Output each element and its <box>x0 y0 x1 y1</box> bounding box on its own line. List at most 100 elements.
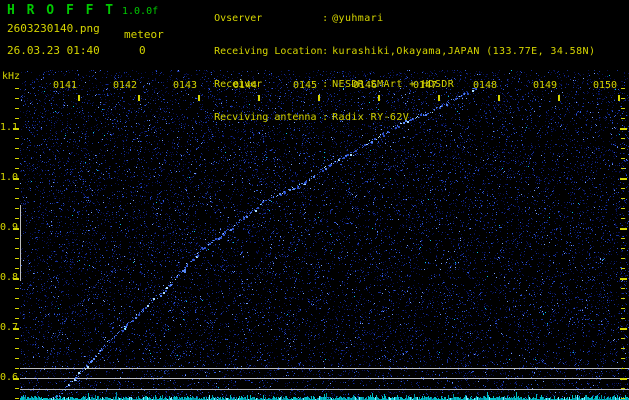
y-minor-tick-left <box>15 238 19 239</box>
y-minor-tick-right <box>621 388 625 389</box>
y-minor-tick-right <box>621 298 625 299</box>
info-colon: : <box>322 79 329 90</box>
y-minor-tick-right <box>621 308 625 309</box>
y-minor-tick-right <box>621 378 625 379</box>
y-minor-tick-right <box>621 318 625 319</box>
y-minor-tick-right <box>621 138 625 139</box>
info-colon: : <box>322 112 329 123</box>
y-minor-tick-right <box>621 258 625 259</box>
x-axis-tick <box>138 95 140 101</box>
y-minor-tick-left <box>15 338 19 339</box>
y-minor-tick-left <box>15 308 19 309</box>
info-row-location: Receiving Location: kurashiki,Okayama,JAP… <box>178 35 595 68</box>
y-minor-tick-right <box>621 158 625 159</box>
x-axis-tick <box>378 95 380 101</box>
y-minor-tick-left <box>15 98 19 99</box>
y-minor-tick-left <box>15 208 19 209</box>
timestamp: 26.03.23 01:40 <box>7 44 100 57</box>
x-axis-tick <box>198 95 200 101</box>
x-axis-label: 0145 <box>293 80 318 91</box>
info-label: Ovserver <box>214 13 263 24</box>
y-minor-tick-right <box>621 358 625 359</box>
y-minor-tick-right <box>621 248 625 249</box>
info-colon: : <box>322 46 329 57</box>
y-minor-tick-right <box>621 398 625 399</box>
y-axis-unit-label: kHz <box>2 71 21 82</box>
y-axis-label: 0.8 <box>0 272 19 283</box>
y-minor-tick-right <box>621 98 625 99</box>
y-minor-tick-right <box>621 208 625 209</box>
app-version: 1.0.0f <box>122 6 159 17</box>
info-colon: : <box>322 13 329 24</box>
x-axis-tick <box>438 95 440 101</box>
x-axis-label: 0146 <box>353 80 378 91</box>
y-minor-tick-left <box>15 218 19 219</box>
y-minor-tick-right <box>621 218 625 219</box>
meteor-counter-label: meteor <box>124 28 164 41</box>
y-minor-tick-left <box>15 288 19 289</box>
y-minor-tick-left <box>15 398 19 399</box>
hrofft-window: H R O F F T 1.0.0f 2603230140.png meteor… <box>0 0 629 400</box>
y-minor-tick-right <box>621 178 625 179</box>
y-minor-tick-left <box>15 318 19 319</box>
y-minor-tick-left <box>15 148 19 149</box>
y-minor-tick-left <box>15 228 19 229</box>
y-minor-tick-right <box>621 198 625 199</box>
y-minor-tick-left <box>15 368 19 369</box>
y-minor-tick-left <box>15 178 19 179</box>
y-minor-tick-left <box>15 378 19 379</box>
y-minor-tick-right <box>621 88 625 89</box>
y-minor-tick-right <box>621 168 625 169</box>
y-minor-tick-left <box>15 118 19 119</box>
y-minor-tick-left <box>15 138 19 139</box>
y-minor-tick-left <box>15 298 19 299</box>
meteor-count-value: 0 <box>139 44 146 57</box>
info-row-antenna: Recviving antenna: Radix RY-62V <box>178 101 595 134</box>
info-value: kurashiki,Okayama,JAPAN (133.77E, 34.58N… <box>332 46 596 57</box>
y-minor-tick-right <box>621 128 625 129</box>
y-minor-tick-right <box>621 368 625 369</box>
x-axis-label: 0149 <box>533 80 558 91</box>
y-minor-tick-left <box>15 88 19 89</box>
y-minor-tick-left <box>15 188 19 189</box>
info-label: Receiving Location <box>214 46 323 57</box>
y-axis-label: 1.0 <box>0 172 19 183</box>
x-axis-label: 0147 <box>413 80 438 91</box>
info-label: Recviving antenna <box>214 112 317 123</box>
x-axis-tick <box>618 95 620 101</box>
y-axis-label: 0.6 <box>0 372 19 383</box>
x-axis-tick <box>78 95 80 101</box>
info-row-observer: Ovserver: @yuhmari <box>178 2 595 35</box>
y-minor-tick-right <box>621 278 625 279</box>
y-minor-tick-right <box>621 288 625 289</box>
x-axis-tick <box>558 95 560 101</box>
x-axis-label: 0148 <box>473 80 498 91</box>
x-axis-label: 0141 <box>53 80 78 91</box>
x-axis-label: 0142 <box>113 80 138 91</box>
y-minor-tick-left <box>15 108 19 109</box>
info-value: @yuhmari <box>332 13 384 24</box>
y-minor-tick-left <box>15 278 19 279</box>
station-info-block: Ovserver: @yuhmari Receiving Location: kur… <box>178 2 595 134</box>
y-minor-tick-right <box>621 348 625 349</box>
y-minor-tick-right <box>621 228 625 229</box>
x-axis-tick <box>498 95 500 101</box>
y-minor-tick-left <box>15 348 19 349</box>
x-axis-label: 0143 <box>173 80 198 91</box>
y-minor-tick-left <box>15 128 19 129</box>
y-minor-tick-right <box>621 188 625 189</box>
x-axis-tick <box>318 95 320 101</box>
y-minor-tick-right <box>621 108 625 109</box>
x-axis-label: 0144 <box>233 80 258 91</box>
output-filename: 2603230140.png <box>7 22 100 35</box>
y-axis-label: 0.9 <box>0 222 19 233</box>
y-axis-label: 1.1 <box>0 122 19 133</box>
y-minor-tick-right <box>621 338 625 339</box>
y-minor-tick-left <box>15 158 19 159</box>
y-minor-tick-right <box>621 148 625 149</box>
y-minor-tick-left <box>15 248 19 249</box>
y-minor-tick-right <box>621 328 625 329</box>
y-minor-tick-right <box>621 118 625 119</box>
y-axis-label: 0.7 <box>0 322 19 333</box>
info-value: Radix RY-62V <box>332 112 410 123</box>
